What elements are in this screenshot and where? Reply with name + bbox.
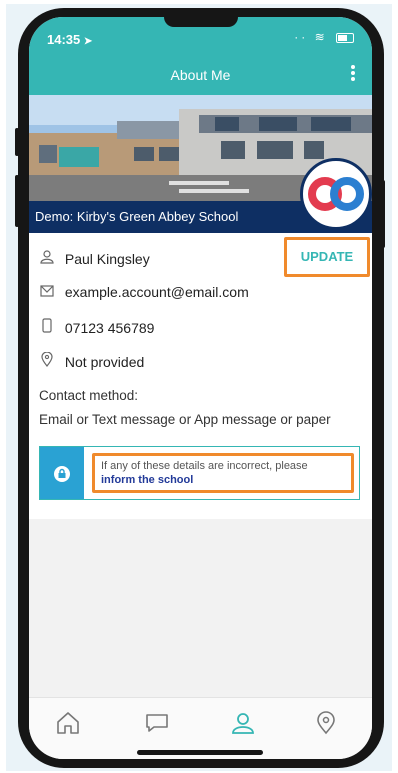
location-arrow-icon: ➤ [83, 36, 93, 47]
notice-text: If any of these details are incorrect, p… [101, 460, 308, 472]
page-title: About Me [170, 67, 231, 83]
school-name: Demo: Kirby's Green Abbey School [35, 209, 239, 224]
address-row: Not provided [39, 351, 145, 370]
profile-icon [232, 713, 254, 734]
side-button-left-lower [15, 175, 19, 227]
profile-name: Paul Kingsley [64, 251, 150, 267]
signal-icon: ·· [294, 30, 309, 44]
side-button-left [15, 128, 19, 156]
more-options-icon[interactable] [350, 64, 356, 84]
tab-messages[interactable] [144, 710, 172, 736]
name-row: Paul Kingsley [39, 250, 150, 267]
contact-method-value: Email or Text message or App message or … [39, 412, 331, 427]
profile-phone: 07123 456789 [64, 320, 155, 336]
status-icons: ·· ≋ [294, 30, 354, 44]
side-button-right [381, 180, 385, 248]
inform-school-link[interactable]: inform the school [101, 474, 193, 486]
profile-address: Not provided [64, 354, 145, 370]
tab-location[interactable] [313, 710, 341, 736]
phone-row: 07123 456789 [39, 318, 154, 336]
tab-home[interactable] [55, 710, 83, 736]
battery-icon [336, 32, 354, 43]
school-banner: Demo: Kirby's Green Abbey School [29, 95, 372, 233]
wifi-icon: ≋ [314, 30, 328, 44]
notch [164, 17, 238, 27]
home-indicator[interactable] [137, 750, 263, 755]
phone-screen: 14:35 ➤ ·· ≋ About Me Demo: Kirby's Gree… [29, 17, 372, 759]
tab-profile[interactable] [230, 710, 258, 736]
home-icon [57, 712, 79, 734]
chat-icon [146, 714, 168, 732]
status-time: 14:35 ➤ [47, 32, 93, 47]
school-logo [300, 158, 372, 230]
contact-method-label: Contact method: [39, 388, 139, 403]
lock-icon [54, 466, 70, 482]
phone-icon [39, 318, 55, 336]
email-row: example.account@email.com [39, 284, 249, 300]
profile-email: example.account@email.com [64, 284, 249, 300]
app-header: 14:35 ➤ ·· ≋ About Me [29, 17, 372, 95]
update-button[interactable]: UPDATE [284, 237, 370, 277]
infinity-logo-icon [308, 177, 364, 211]
profile-details: Paul Kingsley UPDATE example.account@ema… [29, 233, 372, 519]
notice-icon-cell [40, 447, 84, 499]
incorrect-details-notice: If any of these details are incorrect, p… [39, 446, 360, 500]
location-pin-icon [39, 351, 55, 370]
notice-text-box: If any of these details are incorrect, p… [92, 453, 354, 493]
mail-icon [39, 284, 55, 300]
person-icon [39, 250, 55, 267]
location-icon [317, 711, 335, 735]
